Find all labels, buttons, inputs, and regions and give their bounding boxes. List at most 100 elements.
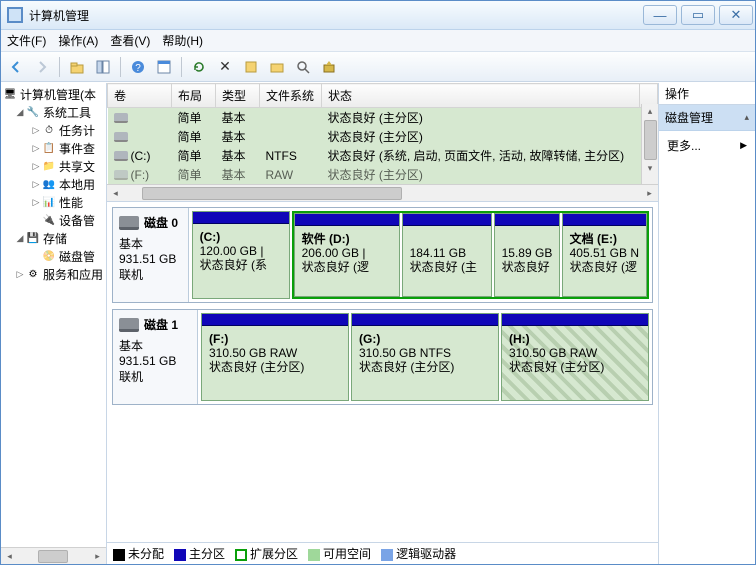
users-icon: 👥	[42, 177, 56, 191]
actions-more[interactable]: 更多...▶	[659, 131, 755, 160]
tree-local-users[interactable]: ▷👥本地用	[1, 175, 106, 193]
partition-h[interactable]: (H:)310.50 GB RAW状态良好 (主分区)	[501, 313, 649, 401]
partition-d[interactable]: 软件 (D:)206.00 GB |状态良好 (逻	[294, 213, 400, 297]
computer-icon: 🖥	[3, 87, 17, 101]
volume-icon	[114, 170, 128, 180]
disk-graphical-view: 磁盘 0 基本 931.51 GB 联机 (C:)120.00 GB |状态良好…	[107, 202, 658, 542]
scroll-thumb[interactable]	[644, 120, 657, 160]
main-panel: 卷 布局 类型 文件系统 状态 简单基本状态良好 (主分区) 简单基本状态良好 …	[107, 83, 659, 564]
tree-performance[interactable]: ▷📊性能	[1, 193, 106, 211]
menu-view[interactable]: 查看(V)	[110, 32, 150, 49]
scroll-up-icon[interactable]: ▴	[642, 104, 659, 119]
disk-0-header[interactable]: 磁盘 0 基本 931.51 GB 联机	[113, 208, 189, 302]
scroll-thumb[interactable]	[38, 550, 68, 563]
expand-icon[interactable]: ▷	[31, 125, 41, 136]
minimize-button[interactable]: —	[643, 5, 677, 25]
scroll-down-icon[interactable]: ▾	[642, 161, 659, 176]
disk-1-header[interactable]: 磁盘 1 基本 931.51 GB 联机	[113, 310, 198, 404]
back-button[interactable]	[5, 56, 27, 78]
window-title: 计算机管理	[29, 7, 641, 24]
tree-storage[interactable]: ◢💾存储	[1, 229, 106, 247]
col-status[interactable]: 状态	[322, 84, 640, 108]
svg-text:?: ?	[135, 63, 141, 74]
scroll-left-icon[interactable]: ◂	[107, 186, 124, 201]
disk-0-map[interactable]: 磁盘 0 基本 931.51 GB 联机 (C:)120.00 GB |状态良好…	[112, 207, 653, 303]
refresh-button[interactable]	[188, 56, 210, 78]
menu-file[interactable]: 文件(F)	[7, 32, 46, 49]
titlebar[interactable]: 计算机管理 — ▭ ✕	[1, 1, 755, 30]
table-row[interactable]: 简单基本状态良好 (主分区)	[108, 108, 658, 128]
volume-icon	[114, 132, 128, 142]
volumes-panel: 卷 布局 类型 文件系统 状态 简单基本状态良好 (主分区) 简单基本状态良好 …	[107, 83, 658, 202]
scroll-right-icon[interactable]: ▸	[89, 549, 106, 564]
action-button-2[interactable]	[318, 56, 340, 78]
legend-free: 可用空间	[308, 545, 371, 562]
partition-unnamed-1[interactable]: 184.11 GB状态良好 (主	[402, 213, 492, 297]
storage-icon: 💾	[26, 231, 40, 245]
tree-device-manager[interactable]: 🔌设备管	[1, 211, 106, 229]
help-button[interactable]: ?	[127, 56, 149, 78]
perf-icon: 📊	[42, 195, 56, 209]
expand-icon[interactable]: ▷	[31, 161, 41, 172]
table-row[interactable]: (C:)简单基本NTFS状态良好 (系统, 启动, 页面文件, 活动, 故障转储…	[108, 146, 658, 165]
volumes-vertical-scrollbar[interactable]: ▴ ▾	[641, 104, 658, 184]
actions-category[interactable]: 磁盘管理▴	[659, 105, 755, 131]
forward-button[interactable]	[31, 56, 53, 78]
expand-icon[interactable]: ▷	[31, 197, 41, 208]
col-volume[interactable]: 卷	[108, 84, 172, 108]
maximize-button[interactable]: ▭	[681, 5, 715, 25]
partition-unnamed-2[interactable]: 15.89 GB状态良好	[494, 213, 560, 297]
event-icon: 📋	[42, 141, 56, 155]
search-icon[interactable]	[292, 56, 314, 78]
volumes-table[interactable]: 卷 布局 类型 文件系统 状态 简单基本状态良好 (主分区) 简单基本状态良好 …	[107, 83, 658, 184]
scroll-thumb[interactable]	[142, 187, 402, 200]
properties-button[interactable]	[153, 56, 175, 78]
partition-c[interactable]: (C:)120.00 GB |状态良好 (系	[192, 211, 290, 299]
extended-partition-group: 软件 (D:)206.00 GB |状态良好 (逻 184.11 GB状态良好 …	[292, 211, 649, 299]
separator	[120, 57, 121, 77]
disk-1-map[interactable]: 磁盘 1 基本 931.51 GB 联机 (F:)310.50 GB RAW状态…	[112, 309, 653, 405]
col-layout[interactable]: 布局	[172, 84, 216, 108]
separator	[59, 57, 60, 77]
tree-system-tools[interactable]: ◢🔧系统工具	[1, 103, 106, 121]
device-icon: 🔌	[42, 213, 56, 227]
legend-extended: 扩展分区	[235, 545, 298, 562]
table-row[interactable]: (F:)简单基本RAW状态良好 (主分区)	[108, 165, 658, 184]
disk-1-partitions: (F:)310.50 GB RAW状态良好 (主分区) (G:)310.50 G…	[198, 310, 652, 404]
chevron-right-icon: ▶	[740, 140, 747, 151]
tree-shared-folders[interactable]: ▷📁共享文	[1, 157, 106, 175]
partition-f[interactable]: (F:)310.50 GB RAW状态良好 (主分区)	[201, 313, 349, 401]
menu-help[interactable]: 帮助(H)	[162, 32, 203, 49]
close-button[interactable]: ✕	[719, 5, 753, 25]
scroll-left-icon[interactable]: ◂	[1, 549, 18, 564]
expand-icon[interactable]: ▷	[31, 143, 41, 154]
nav-tree[interactable]: 🖥计算机管理(本 ◢🔧系统工具 ▷⏱任务计 ▷📋事件查 ▷📁共享文 ▷👥本地用 …	[1, 83, 107, 564]
volumes-horizontal-scrollbar[interactable]: ◂ ▸	[107, 184, 658, 201]
legend-unallocated: 未分配	[113, 545, 164, 562]
settings-button[interactable]	[240, 56, 262, 78]
partition-g[interactable]: (G:)310.50 GB NTFS状态良好 (主分区)	[351, 313, 499, 401]
delete-icon[interactable]: ✕	[214, 56, 236, 78]
menu-action[interactable]: 操作(A)	[58, 32, 98, 49]
expand-icon[interactable]: ▷	[15, 269, 25, 280]
show-hide-button[interactable]	[92, 56, 114, 78]
tree-event-viewer[interactable]: ▷📋事件查	[1, 139, 106, 157]
app-window: 计算机管理 — ▭ ✕ 文件(F) 操作(A) 查看(V) 帮助(H) ? ✕ …	[0, 0, 756, 565]
collapse-icon[interactable]: ◢	[15, 233, 25, 244]
collapse-icon[interactable]: ◢	[15, 107, 25, 118]
tree-services[interactable]: ▷⚙服务和应用	[1, 265, 106, 283]
action-button-1[interactable]	[266, 56, 288, 78]
tree-horizontal-scrollbar[interactable]: ◂ ▸	[1, 547, 106, 564]
disk-icon	[119, 216, 139, 230]
tree-task-scheduler[interactable]: ▷⏱任务计	[1, 121, 106, 139]
tree-root[interactable]: 🖥计算机管理(本	[1, 85, 106, 103]
col-type[interactable]: 类型	[216, 84, 260, 108]
col-filesystem[interactable]: 文件系统	[260, 84, 322, 108]
tree-disk-management[interactable]: 📀磁盘管	[1, 247, 106, 265]
toolbar: ? ✕	[1, 52, 755, 82]
scroll-right-icon[interactable]: ▸	[641, 186, 658, 201]
partition-e[interactable]: 文档 (E:)405.51 GB N状态良好 (逻	[562, 213, 647, 297]
up-button[interactable]	[66, 56, 88, 78]
table-row[interactable]: 简单基本状态良好 (主分区)	[108, 127, 658, 146]
expand-icon[interactable]: ▷	[31, 179, 41, 190]
